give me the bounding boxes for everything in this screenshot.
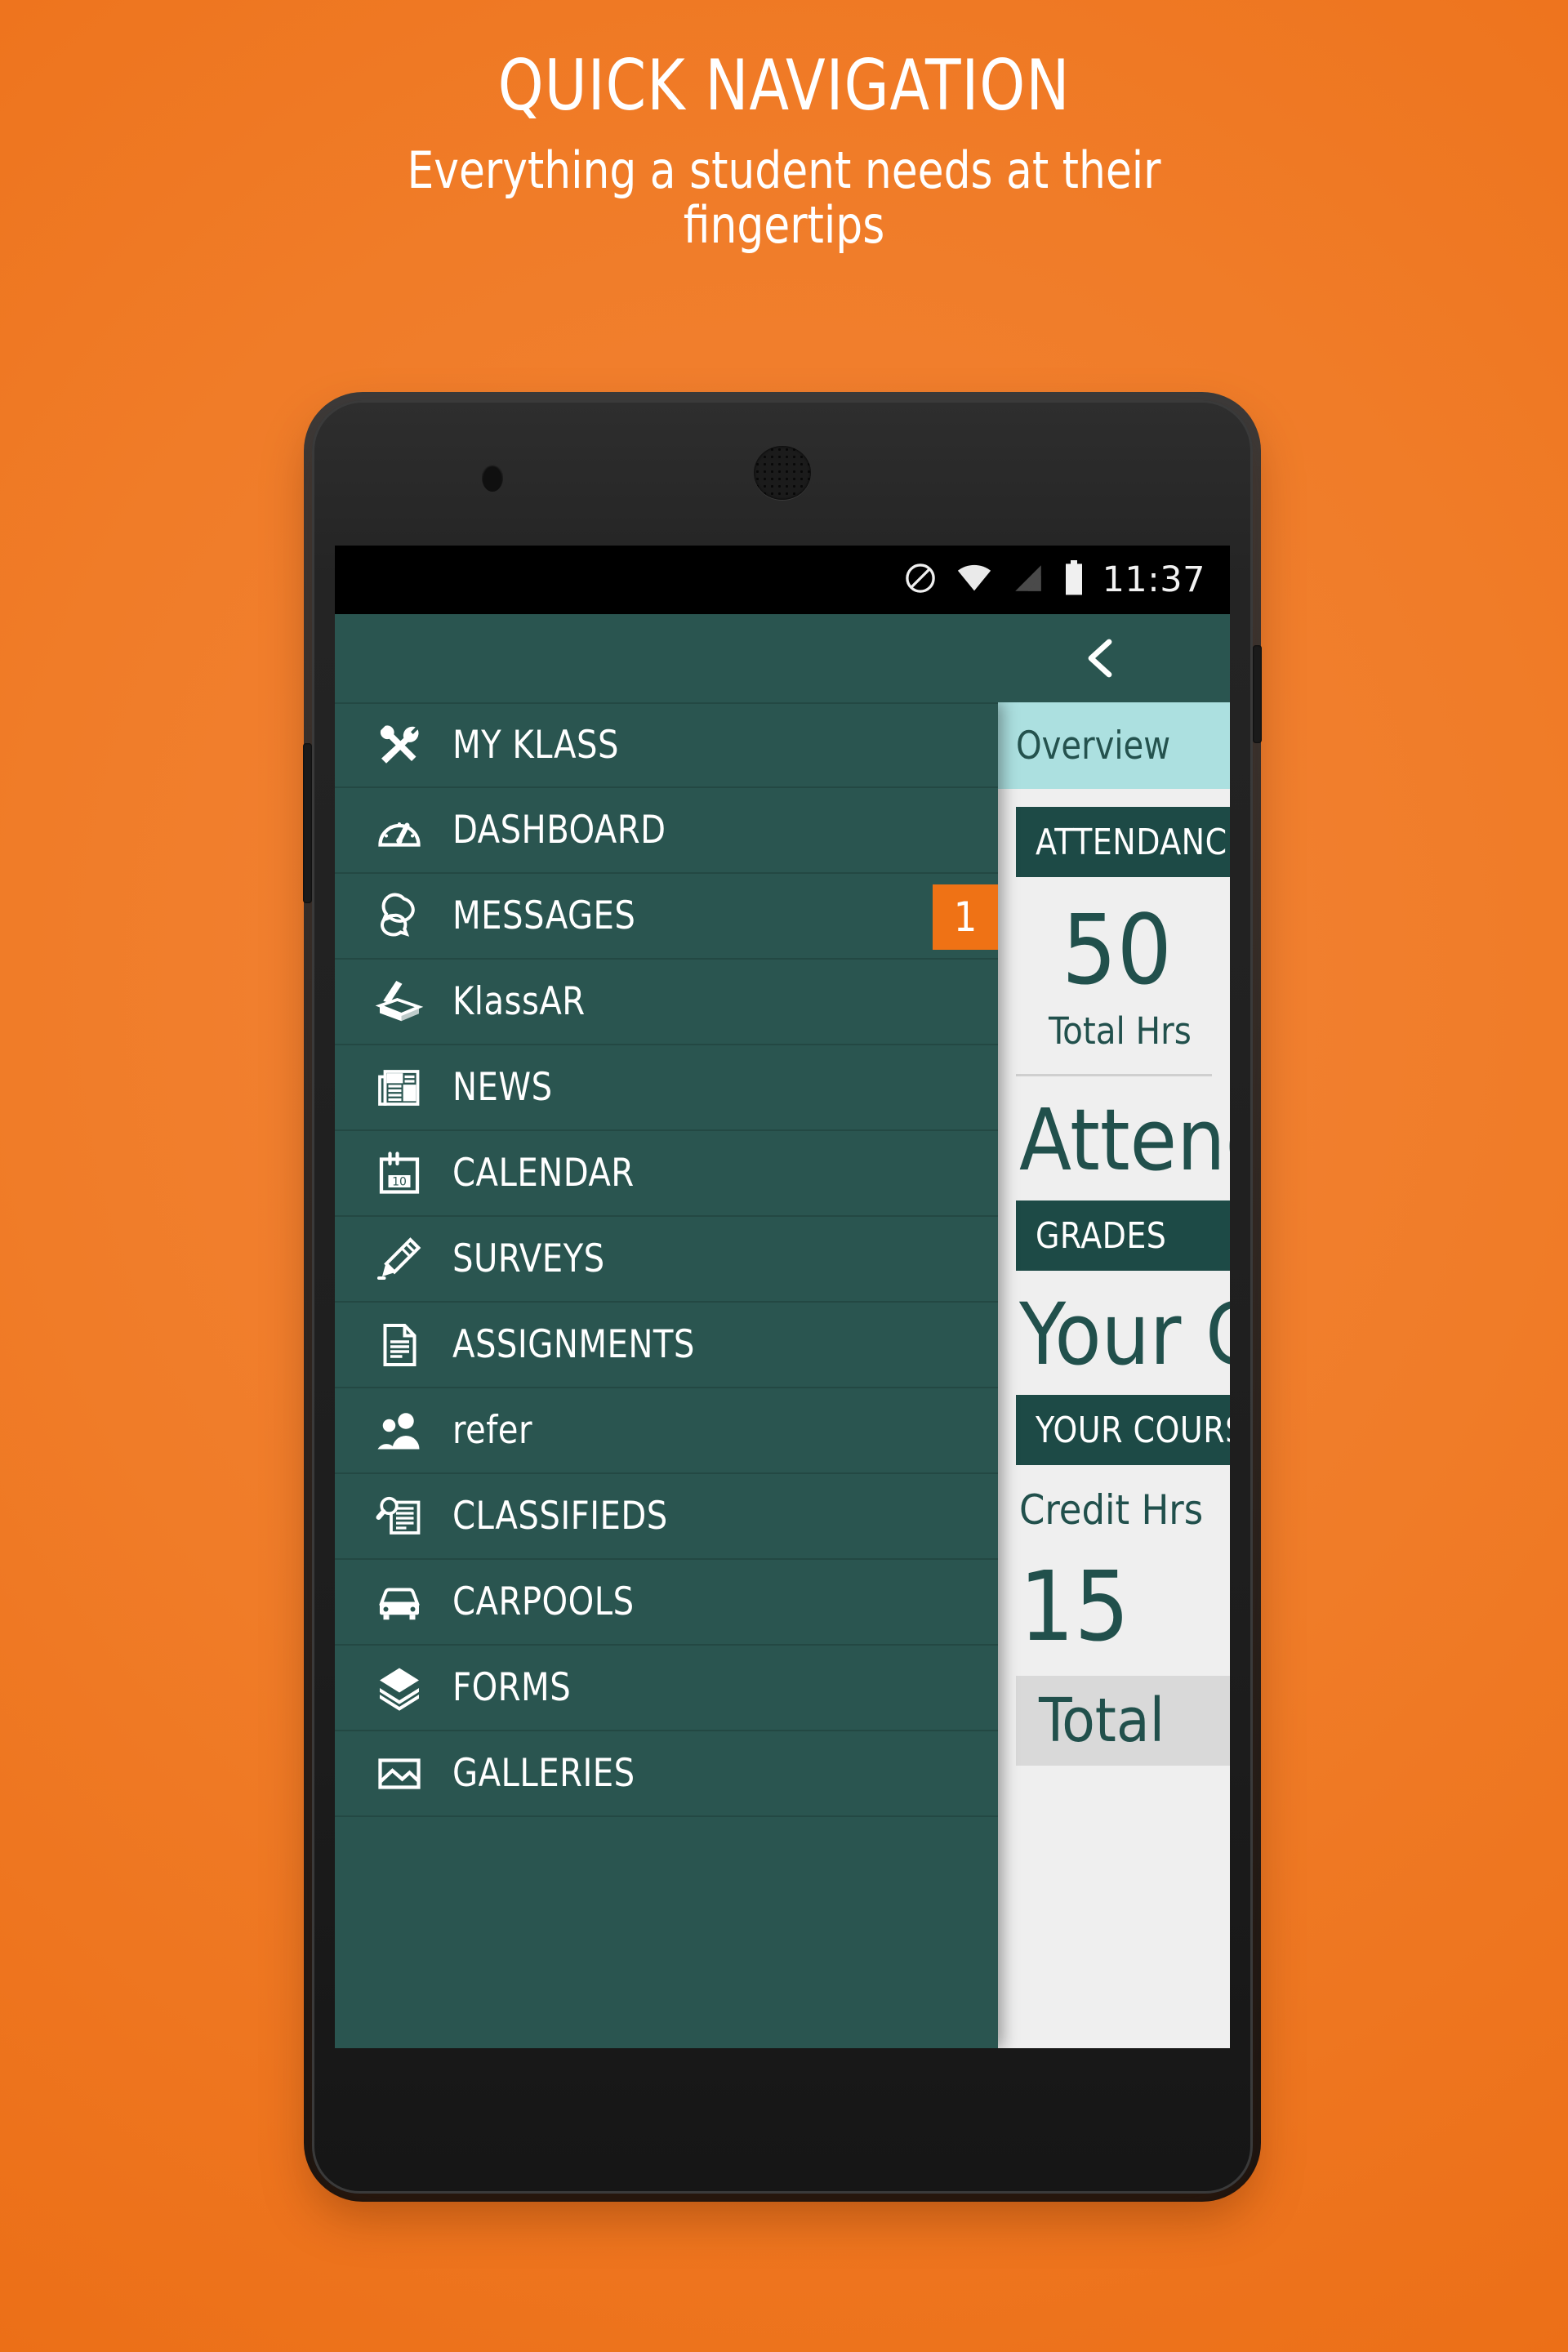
sidebar-item-forms[interactable]: FORMS — [335, 1646, 998, 1731]
gauge-icon — [366, 801, 433, 860]
sidebar-item-my-klass[interactable]: MY KLASS — [335, 702, 998, 788]
sidebar-item-label: FORMS — [452, 1665, 572, 1710]
grades-text: Your Grades — [1019, 1285, 1230, 1384]
sidebar-item-label: DASHBOARD — [452, 808, 666, 853]
sidebar-item-label: CARPOOLS — [452, 1579, 635, 1624]
grades-card: GRADES Your Grades — [998, 1200, 1230, 1377]
page-title: QUICK NAVIGATION — [497, 45, 1071, 127]
attendance-total-value: 50 — [1062, 893, 1173, 1006]
sidebar-item-label: CLASSIFIEDS — [452, 1494, 668, 1539]
attendance-section-header: ATTENDANCE — [1016, 807, 1230, 877]
layers-icon — [366, 1659, 433, 1717]
sidebar-item-label: SURVEYS — [452, 1236, 605, 1281]
attendance-card: ATTENDANCE 50 Total Hrs Attendance — [998, 807, 1230, 1183]
sidebar-item-galleries[interactable]: GALLERIES — [335, 1731, 998, 1817]
photo-icon — [366, 1744, 433, 1803]
sidebar-item-news[interactable]: NEWS — [335, 1045, 998, 1131]
calendar-icon: 10 — [366, 1144, 433, 1203]
phone-bottom-bezel — [312, 2047, 1253, 2194]
sidebar-item-calendar[interactable]: 10 CALENDAR — [335, 1131, 998, 1217]
tab-overview-label: Overview — [1016, 723, 1171, 768]
sidebar-item-klassar[interactable]: KlassAR — [335, 960, 998, 1045]
battery-icon — [1063, 560, 1085, 599]
total-label: Total — [1039, 1686, 1165, 1756]
people-icon — [366, 1401, 433, 1460]
status-bar-time: 11:37 — [1102, 559, 1205, 600]
document-icon — [366, 1316, 433, 1374]
sidebar-item-messages[interactable]: MESSAGES 1 — [335, 874, 998, 960]
app-body: Overview ATTENDANCE 50 Total Hrs Attenda… — [335, 702, 1230, 2048]
courses-card: YOUR COURSES Credit Hrs 15 Total — [998, 1395, 1230, 1766]
tools-icon — [366, 716, 433, 775]
sidebar-item-label: CALENDAR — [452, 1151, 635, 1196]
sidebar-item-label: NEWS — [452, 1065, 553, 1110]
svg-text:10: 10 — [392, 1175, 407, 1188]
status-bar: 11:37 — [335, 546, 1230, 614]
page-subtitle: Everything a student needs at their fing… — [407, 140, 1161, 255]
chat-icon — [366, 887, 433, 946]
credit-hours-value: 15 — [1019, 1550, 1130, 1663]
navigation-drawer: MY KLASS DASHBOARD MESSAGES 1 KlassAR NE… — [335, 702, 998, 2048]
overview-panel: Overview ATTENDANCE 50 Total Hrs Attenda… — [998, 702, 1230, 2048]
credit-hours-label: Credit Hrs — [1019, 1486, 1204, 1534]
do-not-disturb-icon — [903, 561, 938, 599]
sidebar-item-dashboard[interactable]: DASHBOARD — [335, 788, 998, 874]
phone-top-bezel — [312, 400, 1253, 546]
sidebar-item-label: MESSAGES — [452, 893, 636, 938]
wifi-icon — [956, 561, 993, 599]
sidebar-item-label: ASSIGNMENTS — [452, 1322, 695, 1367]
sidebar-item-surveys[interactable]: SURVEYS — [335, 1217, 998, 1303]
status-badge: 1 — [933, 884, 998, 950]
car-icon — [366, 1573, 433, 1632]
attendance-heading: Attendance — [1019, 1090, 1230, 1190]
scanner-icon — [366, 973, 433, 1031]
chevron-left-icon[interactable] — [1083, 635, 1119, 681]
courses-header-label: YOUR COURSES — [1036, 1409, 1230, 1451]
power-button[interactable] — [1253, 645, 1262, 743]
sidebar-item-label: refer — [452, 1408, 532, 1453]
sidebar-item-assignments[interactable]: ASSIGNMENTS — [335, 1303, 998, 1388]
phone-mockup: 11:37 Overview ATTENDANCE 50 Total Hrs A… — [303, 392, 1262, 2202]
earpiece-speaker-icon — [754, 446, 811, 500]
sidebar-item-label: MY KLASS — [452, 723, 619, 768]
promo-header: QUICK NAVIGATION Everything a student ne… — [0, 0, 1568, 253]
courses-section-header: YOUR COURSES — [1016, 1395, 1230, 1465]
grades-section-header: GRADES — [1016, 1200, 1230, 1271]
phone-screen: 11:37 Overview ATTENDANCE 50 Total Hrs A… — [335, 546, 1230, 2048]
classifieds-icon — [366, 1487, 433, 1546]
app-bar — [335, 614, 1230, 702]
pencil-icon — [366, 1230, 433, 1289]
volume-button[interactable] — [303, 743, 312, 903]
attendance-total-label: Total Hrs — [1049, 1009, 1192, 1053]
cellular-signal-icon — [1011, 561, 1045, 599]
sidebar-item-refer[interactable]: refer — [335, 1388, 998, 1474]
attendance-header-label: ATTENDANCE — [1036, 821, 1230, 863]
sidebar-item-label: GALLERIES — [452, 1751, 635, 1796]
grades-header-label: GRADES — [1036, 1214, 1167, 1257]
sidebar-item-classifieds[interactable]: CLASSIFIEDS — [335, 1474, 998, 1560]
sidebar-item-carpools[interactable]: CARPOOLS — [335, 1560, 998, 1646]
total-bar: Total — [1016, 1676, 1230, 1766]
sidebar-item-label: KlassAR — [452, 979, 586, 1024]
front-camera-icon — [482, 464, 503, 492]
tab-overview[interactable]: Overview — [998, 702, 1230, 789]
newspaper-icon — [366, 1058, 433, 1117]
